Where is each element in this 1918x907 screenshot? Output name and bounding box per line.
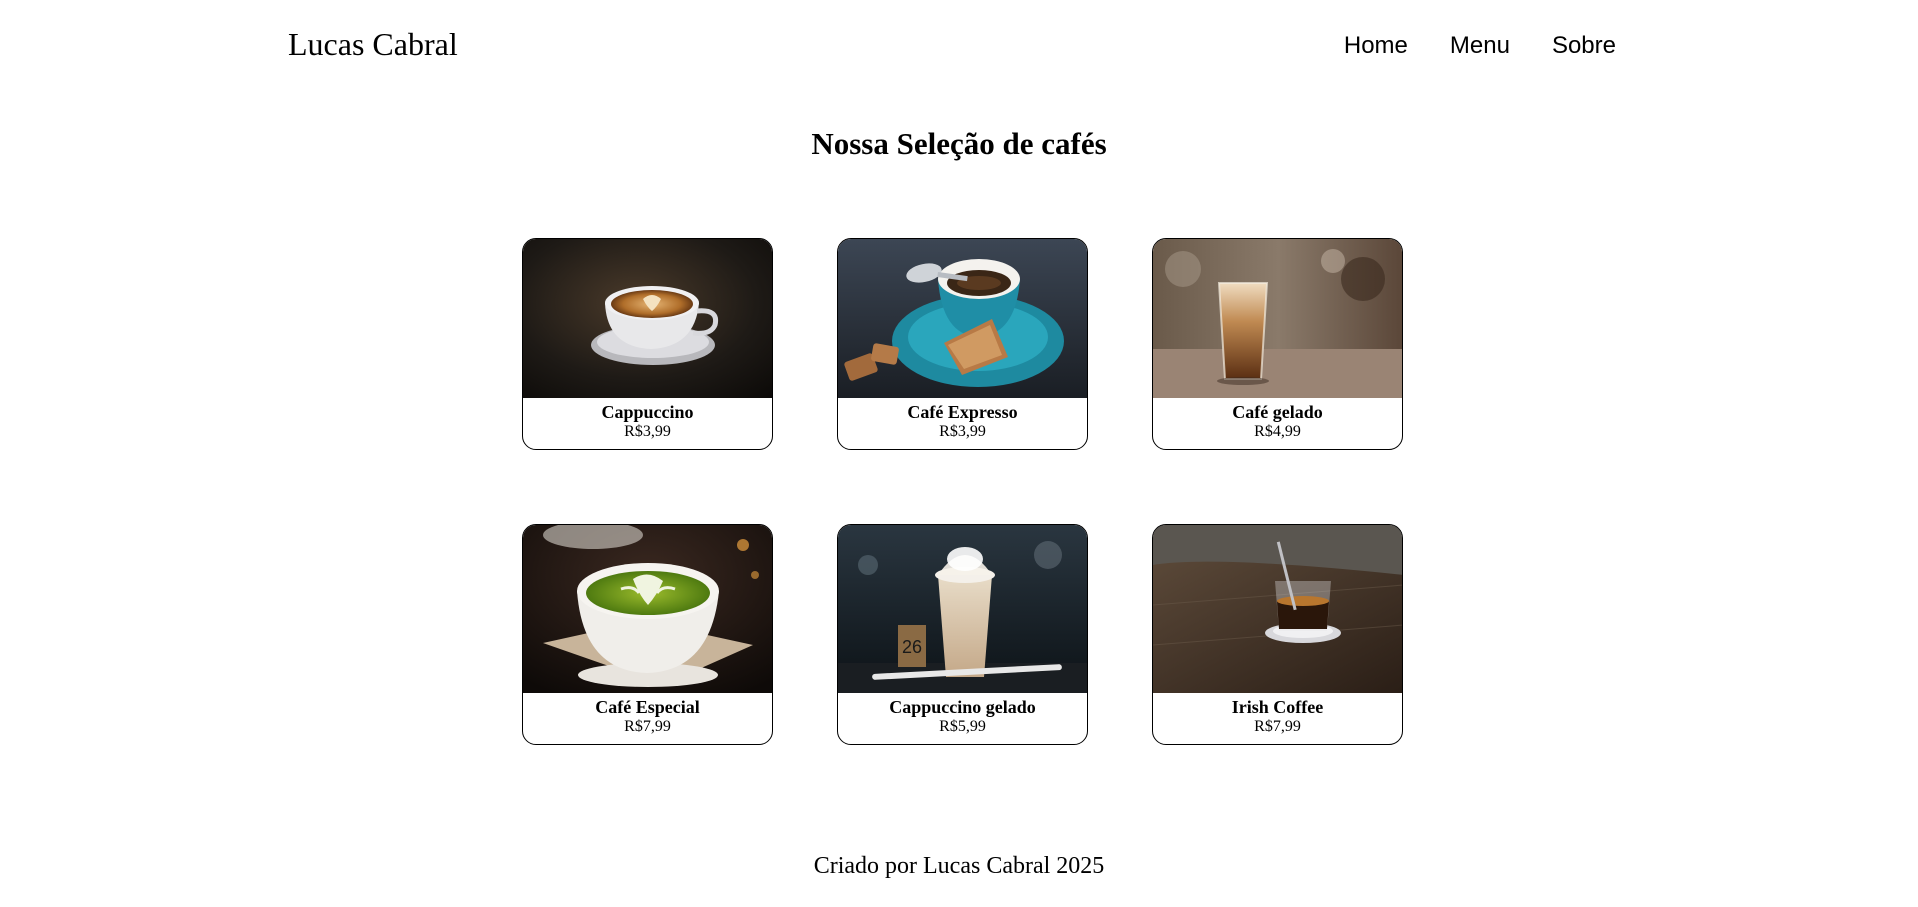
site-header: Lucas Cabral Home Menu Sobre bbox=[0, 0, 1918, 92]
product-price: R$3,99 bbox=[624, 423, 671, 440]
product-card-cafe-expresso[interactable]: Café Expresso R$3,99 bbox=[837, 238, 1088, 450]
product-price: R$7,99 bbox=[624, 718, 671, 735]
iced-cappuccino-photo: 26 bbox=[838, 525, 1087, 693]
product-name: Cappuccino bbox=[601, 402, 694, 422]
irish-coffee-photo bbox=[1153, 525, 1402, 693]
iced-coffee-photo bbox=[1153, 239, 1402, 398]
main-nav: Home Menu Sobre bbox=[1344, 32, 1616, 60]
product-price: R$3,99 bbox=[939, 423, 986, 440]
product-name: Café Expresso bbox=[907, 402, 1018, 422]
footer-credit: Criado por Lucas Cabral 2025 bbox=[813, 853, 1105, 879]
matcha-latte-photo bbox=[523, 525, 772, 693]
nav-link-home[interactable]: Home bbox=[1344, 32, 1408, 60]
espresso-photo bbox=[838, 239, 1087, 398]
product-card-cafe-gelado[interactable]: Café gelado R$4,99 bbox=[1152, 238, 1403, 450]
nav-link-menu[interactable]: Menu bbox=[1450, 32, 1510, 60]
svg-text:26: 26 bbox=[902, 637, 922, 657]
product-price: R$4,99 bbox=[1254, 423, 1301, 440]
product-card-cappuccino-gelado[interactable]: 26 Cappuccino gelado R$5,99 bbox=[837, 524, 1088, 745]
product-grid: Cappuccino R$3,99 Café Expresso R$3,99 C… bbox=[522, 238, 1404, 745]
product-name: Cappuccino gelado bbox=[889, 697, 1036, 717]
product-name: Irish Coffee bbox=[1231, 697, 1324, 717]
page-title: Nossa Seleção de cafés bbox=[811, 126, 1107, 161]
brand-logo-text[interactable]: Lucas Cabral bbox=[288, 26, 458, 63]
cappuccino-photo bbox=[523, 239, 772, 398]
product-name: Café Especial bbox=[595, 697, 700, 717]
nav-link-sobre[interactable]: Sobre bbox=[1552, 32, 1616, 60]
product-card-irish-coffee[interactable]: Irish Coffee R$7,99 bbox=[1152, 524, 1403, 745]
product-name: Café gelado bbox=[1232, 402, 1323, 422]
product-card-cappuccino[interactable]: Cappuccino R$3,99 bbox=[522, 238, 773, 450]
product-price: R$7,99 bbox=[1254, 718, 1301, 735]
product-price: R$5,99 bbox=[939, 718, 986, 735]
product-card-cafe-especial[interactable]: Café Especial R$7,99 bbox=[522, 524, 773, 745]
